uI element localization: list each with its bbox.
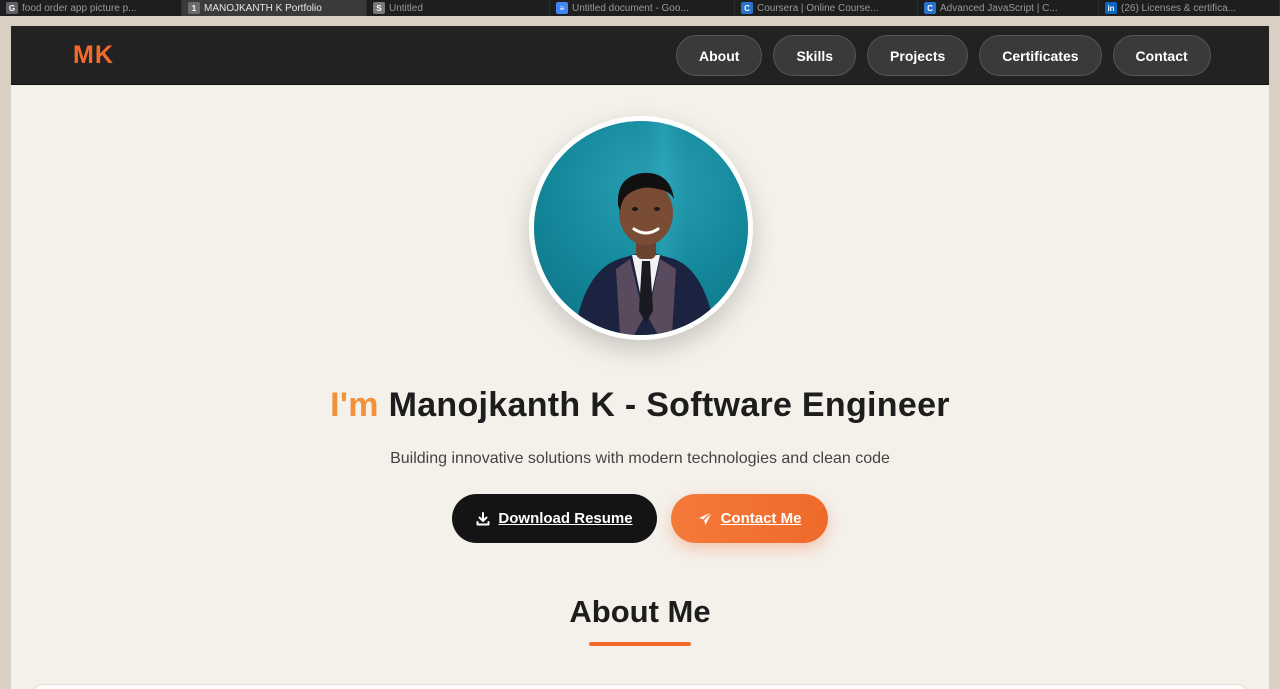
browser-tab-title: food order app picture p... <box>22 2 137 14</box>
coursera-favicon-icon: C <box>924 2 936 14</box>
browser-tab[interactable]: C Coursera | Online Course... <box>735 0 918 16</box>
nav-link-about[interactable]: About <box>676 35 763 76</box>
browser-tab[interactable]: ≡ Untitled document - Goo... <box>550 0 735 16</box>
site-favicon-icon: 1 <box>188 2 200 14</box>
section-title-underline <box>589 642 691 646</box>
profile-portrait-illustration <box>574 121 716 335</box>
browser-tab[interactable]: S Untitled <box>367 0 550 16</box>
nav-link-contact[interactable]: Contact <box>1112 35 1211 76</box>
browser-tab-title: Coursera | Online Course... <box>757 2 879 14</box>
download-resume-button[interactable]: Download Resume <box>452 494 657 543</box>
contact-me-button[interactable]: Contact Me <box>671 494 828 543</box>
browser-tab[interactable]: G food order app picture p... <box>0 0 182 16</box>
site-logo[interactable]: MK <box>73 41 114 70</box>
nav-link-skills[interactable]: Skills <box>773 35 857 76</box>
download-icon <box>476 511 490 526</box>
navbar: MK About Skills Projects Certificates Co… <box>11 26 1269 85</box>
browser-tab-title: Untitled <box>389 2 423 14</box>
about-section-title: About Me <box>569 594 711 629</box>
linkedin-favicon-icon: in <box>1105 2 1117 14</box>
hero-subtitle: Building innovative solutions with moder… <box>390 450 890 467</box>
hero-title-prefix: I'm <box>330 386 379 424</box>
about-card <box>33 684 1247 689</box>
download-resume-label: Download Resume <box>498 510 633 527</box>
google-favicon-icon: G <box>6 2 18 14</box>
browser-tab-title: MANOJKANTH K Portfolio <box>204 2 322 14</box>
profile-photo-frame <box>529 116 753 340</box>
profile-photo <box>534 121 748 335</box>
browser-tab-title: Untitled document - Goo... <box>572 2 689 14</box>
hero-title-name: Manojkanth K - Software Engineer <box>388 386 950 424</box>
paper-plane-icon <box>698 511 713 526</box>
browser-tab-active[interactable]: 1 MANOJKANTH K Portfolio <box>182 0 367 16</box>
browser-tab-strip: G food order app picture p... 1 MANOJKAN… <box>0 0 1280 16</box>
coursera-favicon-icon: C <box>741 2 753 14</box>
browser-tab[interactable]: in (26) Licenses & certifica... <box>1099 0 1280 16</box>
contact-me-label: Contact Me <box>720 510 802 527</box>
browser-tab-title: Advanced JavaScript | C... <box>940 2 1058 14</box>
site-favicon-icon: S <box>373 2 385 14</box>
nav-link-projects[interactable]: Projects <box>867 35 969 76</box>
docs-favicon-icon: ≡ <box>556 2 568 14</box>
portfolio-page: MK About Skills Projects Certificates Co… <box>11 26 1269 689</box>
hero-actions: Download Resume Contact Me <box>452 494 828 543</box>
hero-title: I'm Manojkanth K - Software Engineer <box>11 386 1269 425</box>
browser-tab[interactable]: C Advanced JavaScript | C... <box>918 0 1099 16</box>
nav-links: About Skills Projects Certificates Conta… <box>676 35 1222 76</box>
nav-link-certificates[interactable]: Certificates <box>979 35 1102 76</box>
browser-tab-title: (26) Licenses & certifica... <box>1121 2 1237 14</box>
